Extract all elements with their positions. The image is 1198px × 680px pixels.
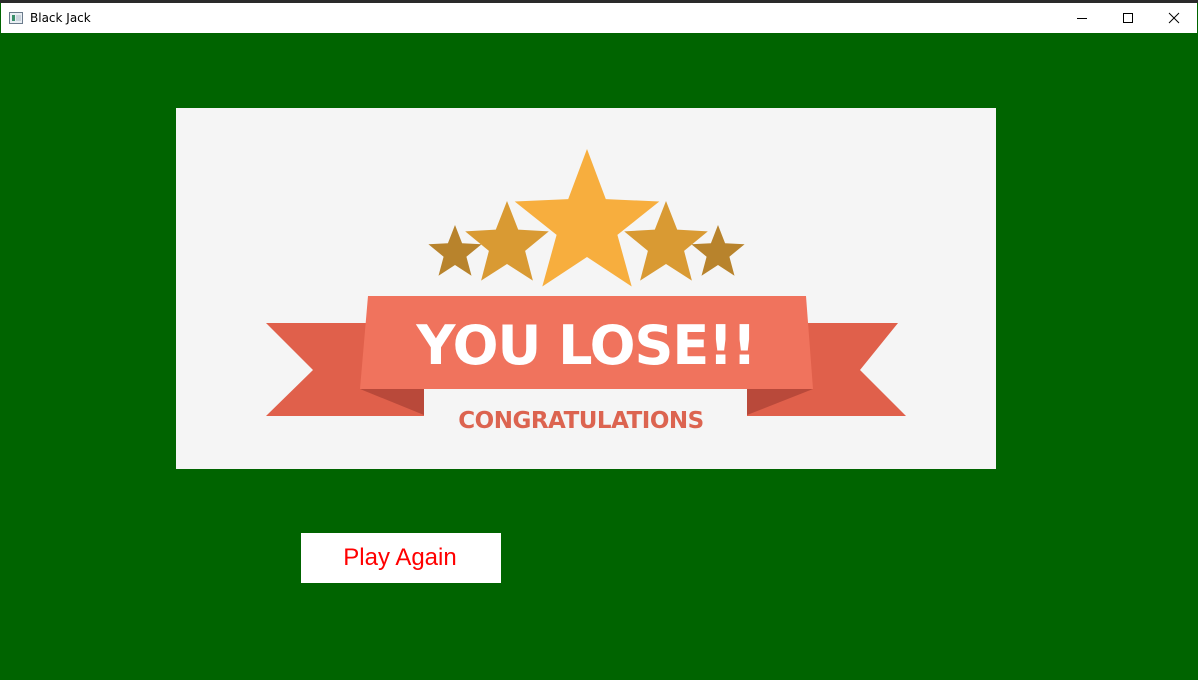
- game-table: YOU LOSE!! CONGRATULATIONS Play Again: [1, 33, 1197, 680]
- minimize-icon: [1077, 18, 1087, 19]
- play-again-button[interactable]: Play Again: [301, 533, 501, 583]
- maximize-button[interactable]: [1105, 3, 1151, 33]
- minimize-button[interactable]: [1059, 3, 1105, 33]
- window-controls: [1059, 3, 1197, 33]
- subtitle-text: CONGRATULATIONS: [458, 408, 703, 434]
- app-window: Black Jack YOU LOSE!! CONGRATULATIONS Pl…: [0, 0, 1198, 680]
- maximize-icon: [1123, 13, 1133, 23]
- headline-text: YOU LOSE!!: [415, 314, 755, 377]
- star-icon: [514, 149, 660, 287]
- close-icon: [1168, 12, 1180, 24]
- title-bar[interactable]: Black Jack: [1, 3, 1197, 33]
- app-icon: [9, 12, 23, 24]
- window-title: Black Jack: [30, 11, 91, 25]
- result-banner: YOU LOSE!! CONGRATULATIONS: [176, 108, 996, 469]
- result-banner-graphic: YOU LOSE!! CONGRATULATIONS: [266, 149, 906, 434]
- close-button[interactable]: [1151, 3, 1197, 33]
